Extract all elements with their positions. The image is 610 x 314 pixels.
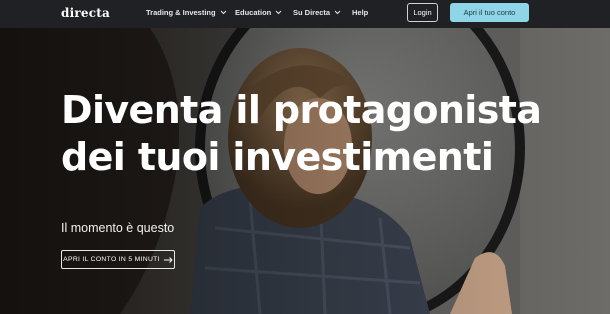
nav-item-help[interactable]: Help [352,8,368,17]
hero-subtitle: Il momento è questo [61,221,175,235]
hero-title: Diventa il protagonista dei tuoi investi… [61,87,581,181]
nav-item-label: Help [352,8,369,17]
arrow-right-icon [163,256,173,263]
login-button[interactable]: Login [407,3,438,22]
nav-item-trading-investing[interactable]: Trading & Investing [146,8,227,17]
open-account-cta-button[interactable]: APRI IL CONTO IN 5 MINUTI [61,250,175,269]
hero-title-line-1: Diventa il protagonista [61,88,542,132]
cta-label: APRI IL CONTO IN 5 MINUTI [63,256,160,263]
nav-item-label: Education [235,8,272,17]
nav-item-label: Trading & Investing [146,8,216,17]
chevron-down-icon [275,10,282,15]
open-account-button[interactable]: Apri il tuo conto [450,3,529,22]
brand-logo[interactable]: directa [61,6,110,20]
nav-item-education[interactable]: Education [235,8,282,17]
nav-item-su-directa[interactable]: Su Directa [293,8,341,17]
chevron-down-icon [334,10,341,15]
top-navbar: directa Trading & Investing Education Su… [0,0,610,28]
hero-title-line-2: dei tuoi investimenti [61,135,494,179]
hero-section: Diventa il protagonista dei tuoi investi… [0,28,610,314]
chevron-down-icon [220,10,227,15]
nav-item-label: Su Directa [293,8,331,17]
